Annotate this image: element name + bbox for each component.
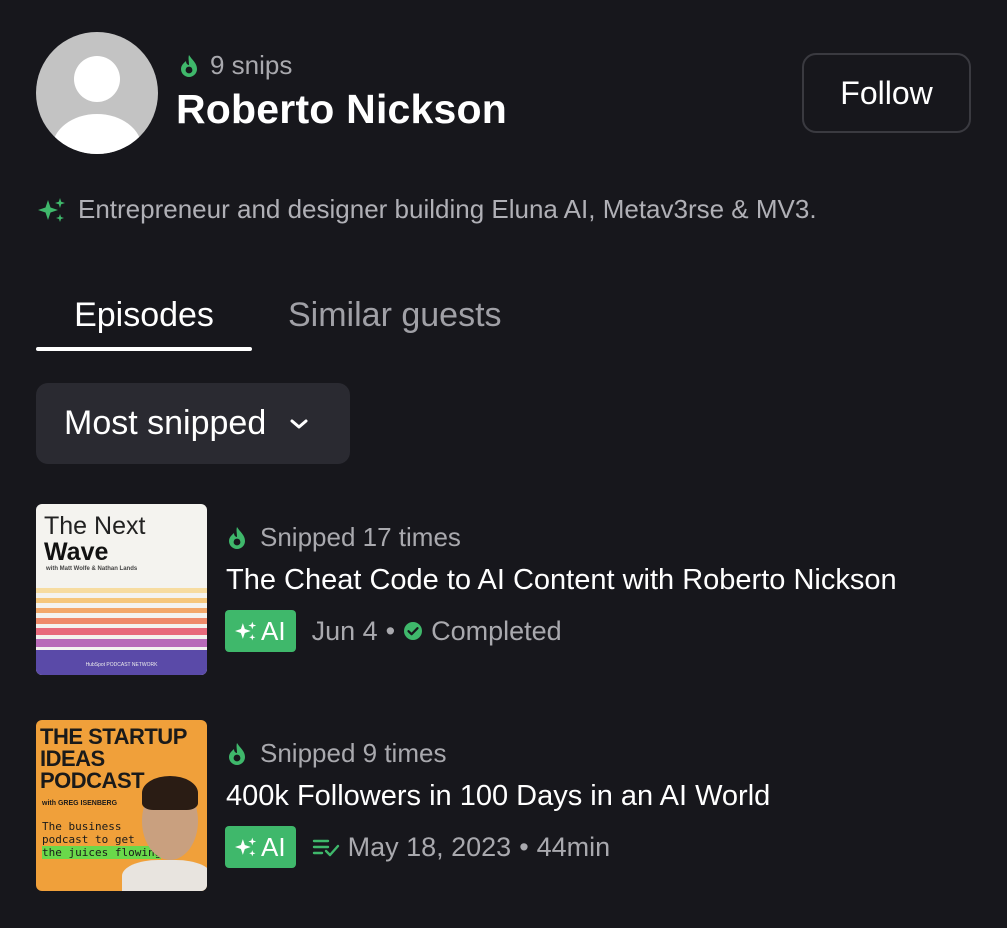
episode-date: May 18, 2023	[347, 831, 512, 862]
artwork-host-photo	[122, 860, 207, 891]
flame-icon	[229, 742, 245, 765]
episode-artwork[interactable]: THE STARTUP IDEAS PODCAST with GREG ISEN…	[36, 720, 207, 891]
sort-dropdown-value: Most snipped	[64, 404, 267, 442]
episode-title[interactable]: 400k Followers in 100 Days in an AI Worl…	[226, 780, 770, 813]
artwork-title-line: THE STARTUP	[40, 724, 187, 749]
artwork-title-line: Wave	[44, 538, 109, 566]
episode-title[interactable]: The Cheat Code to AI Content with Robert…	[226, 564, 897, 597]
flame-icon	[181, 54, 197, 77]
episode-snip-count: Snipped 17 times	[226, 522, 461, 553]
sparkles-icon	[38, 197, 65, 222]
ai-badge[interactable]: AI	[225, 610, 296, 652]
separator-dot: •	[519, 831, 529, 862]
snips-count-label: 9 snips	[210, 50, 293, 80]
guest-bio: Entrepreneur and designer building Eluna…	[38, 194, 817, 225]
avatar-head-shape	[74, 56, 120, 102]
episode-snip-count-label: Snipped 9 times	[260, 738, 447, 768]
sparkles-icon	[235, 621, 257, 641]
guest-bio-text: Entrepreneur and designer building Eluna…	[78, 194, 817, 224]
episode-date: Jun 4	[311, 615, 378, 646]
artwork-stripe	[36, 639, 207, 647]
episode-artwork[interactable]: The Next Wave with Matt Wolfe & Nathan L…	[36, 504, 207, 675]
chevron-down-icon	[290, 419, 308, 428]
check-circle-icon	[404, 622, 423, 640]
artwork-stripe	[36, 598, 207, 603]
episode-item[interactable]: The Next Wave with Matt Wolfe & Nathan L…	[36, 504, 976, 676]
queue-check-icon	[312, 839, 339, 857]
guest-avatar	[36, 32, 158, 154]
ai-badge-label: AI	[261, 615, 286, 646]
ai-badge[interactable]: AI	[225, 826, 296, 868]
artwork-host: with GREG ISENBERG	[42, 800, 118, 807]
episode-snip-count-label: Snipped 17 times	[260, 522, 461, 552]
ai-badge-label: AI	[261, 831, 286, 862]
episode-duration: 44min	[536, 831, 611, 862]
episode-item[interactable]: THE STARTUP IDEAS PODCAST with GREG ISEN…	[36, 720, 976, 892]
active-tab-indicator	[36, 347, 252, 351]
avatar-body-shape	[52, 114, 142, 154]
separator-dot: •	[385, 615, 396, 646]
artwork-title-line: IDEAS	[40, 746, 105, 771]
artwork-host-photo	[142, 776, 198, 810]
episode-details: AI Jun 4 • Completed	[225, 610, 562, 652]
artwork-stripe	[36, 608, 207, 613]
tab-episodes[interactable]: Episodes	[36, 282, 252, 348]
artwork-hosts: with Matt Wolfe & Nathan Lands	[46, 566, 138, 572]
artwork-stripe	[36, 618, 207, 624]
sort-dropdown[interactable]: Most snipped	[36, 383, 350, 464]
guest-name: Roberto Nickson	[176, 86, 508, 132]
follow-button[interactable]: Follow	[802, 53, 971, 133]
episode-snip-count: Snipped 9 times	[226, 738, 446, 769]
episode-date-status: Jun 4 • Completed	[312, 616, 562, 647]
episode-details: AI May 18, 2023 • 44min	[225, 826, 610, 868]
artwork-stripe	[36, 628, 207, 635]
artwork-tagline-line: the juices flowing	[42, 846, 162, 859]
artwork-stripe	[36, 588, 207, 593]
episode-date-duration: May 18, 2023 • 44min	[312, 831, 611, 863]
flame-icon	[229, 526, 245, 549]
artwork-network: HubSpot PODCAST NETWORK	[85, 662, 158, 668]
sparkles-icon	[235, 837, 257, 857]
tab-similar-guests[interactable]: Similar guests	[288, 282, 502, 348]
artwork-title-line: The Next	[44, 512, 146, 540]
episode-status: Completed	[431, 615, 562, 646]
tab-bar: Episodes Similar guests	[36, 282, 556, 352]
snips-count: 9 snips	[178, 50, 292, 81]
